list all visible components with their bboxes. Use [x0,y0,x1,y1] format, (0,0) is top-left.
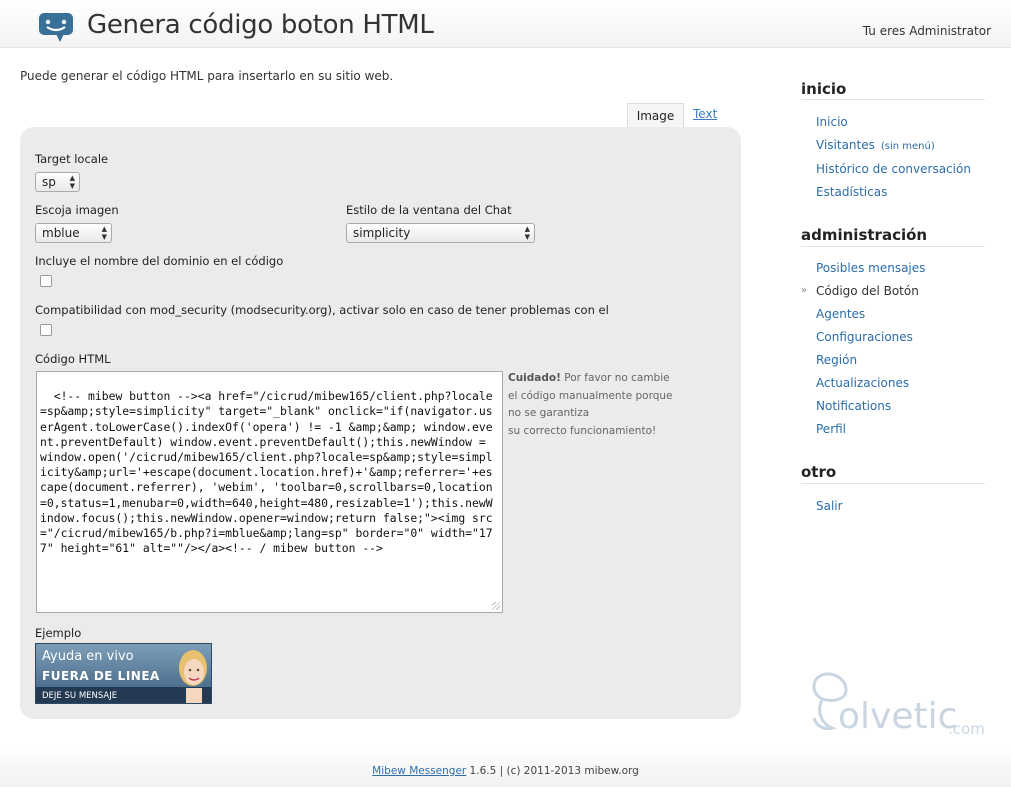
chat-style-label: Estilo de la ventana del Chat [346,203,512,217]
tab-text[interactable]: Text [693,107,717,121]
sidebar-item-actualizaciones[interactable]: Actualizaciones [816,376,909,390]
example-line1: Ayuda en vivo [42,649,134,664]
current-item-arrow-icon: » [801,285,808,296]
warning-line1: Por favor no cambie [564,372,670,384]
resize-handle-icon[interactable] [492,602,500,610]
select-arrows-icon: ▲ ▼ [524,225,530,241]
warning-line3: no se garantiza [508,407,590,420]
sidebar-divider [801,483,985,484]
footer-link[interactable]: Mibew Messenger [372,765,466,777]
sidebar-section-inicio: inicio [801,80,847,98]
warning-note: Cuidado! Por favor no cambie el código m… [508,370,673,440]
sidebar-item-codigo-boton[interactable]: Código del Botón [816,284,919,298]
image-select[interactable]: mblue ▲ ▼ [35,223,112,243]
warning-line4: su correcto funcionamiento! [508,424,657,437]
code-value: <!-- mibew button --><a href="/cicrud/mi… [40,389,493,556]
image-label: Escoja imagen [35,203,119,217]
header: Genera código boton HTML Tu eres Adminis… [0,0,1011,48]
warning-line2: el código manualmente porque [508,389,673,402]
mod-security-checkbox[interactable] [40,324,52,336]
sidebar-item-posibles-mensajes[interactable]: Posibles mensajes [816,261,925,275]
image-value: mblue [42,226,80,240]
footer: Mibew Messenger 1.6.5 | (c) 2011-2013 mi… [0,744,1011,787]
target-locale-value: sp [42,175,56,189]
select-arrows-icon: ▲ ▼ [101,225,107,241]
include-domain-checkbox[interactable] [40,275,52,287]
page-title: Genera código boton HTML [87,10,434,40]
footer-text: Mibew Messenger 1.6.5 | (c) 2011-2013 mi… [0,765,1011,777]
sidebar-item-visitantes[interactable]: Visitantes (sin menú) [816,138,935,152]
mod-security-label: Compatibilidad con mod_security (modsecu… [35,303,609,317]
sidebar-item-historico[interactable]: Histórico de conversación [816,162,971,176]
chat-style-select[interactable]: simplicity ▲ ▼ [346,223,535,243]
sidebar-item-notifications[interactable]: Notifications [816,399,891,413]
sidebar-item-label: Visitantes [816,138,875,152]
watermark-suffix: .com [948,720,985,738]
code-label: Código HTML [35,352,111,366]
select-arrows-icon: ▲ ▼ [69,174,75,190]
sidebar-item-region[interactable]: Región [816,353,857,367]
example-label: Ejemplo [35,626,82,640]
sidebar-divider [801,246,985,247]
example-chat-button[interactable]: Ayuda en vivo FUERA DE LINEA DEJE SU MEN… [35,643,212,704]
footer-rest: 1.6.5 | (c) 2011-2013 mibew.org [466,765,639,777]
sidebar-divider [801,99,985,100]
example-line2: FUERA DE LINEA [42,669,160,683]
sidebar-item-estadisticas[interactable]: Estadísticas [816,185,887,199]
sidebar-item-sin-menu[interactable]: (sin menú) [881,141,935,152]
tab-image[interactable]: Image [627,103,684,128]
sidebar-item-perfil[interactable]: Perfil [816,422,846,436]
sidebar-item-configuraciones[interactable]: Configuraciones [816,330,913,344]
chat-bubble-icon [39,13,73,42]
sidebar-item-inicio[interactable]: Inicio [816,115,848,129]
sidebar-item-agentes[interactable]: Agentes [816,307,865,321]
chat-style-value: simplicity [353,226,411,240]
solvetic-watermark-logo: olvetic .com [812,672,985,738]
code-textarea[interactable]: <!-- mibew button --><a href="/cicrud/mi… [36,371,503,613]
warning-bold: Cuidado! [508,372,561,384]
example-line3: DEJE SU MENSAJE [42,691,118,701]
watermark-brand: olvetic [838,696,957,737]
sidebar-section-otro: otro [801,463,837,481]
target-locale-label: Target locale [35,152,109,166]
intro-text: Puede generar el código HTML para insert… [20,69,394,83]
user-label: Tu eres Administrator [862,24,991,38]
operator-avatar-icon [179,650,207,703]
include-domain-label: Incluye el nombre del dominio en el códi… [35,254,284,268]
sidebar-section-administracion: administración [801,226,928,244]
target-locale-select[interactable]: sp ▲ ▼ [35,172,80,192]
sidebar-item-salir[interactable]: Salir [816,499,843,513]
